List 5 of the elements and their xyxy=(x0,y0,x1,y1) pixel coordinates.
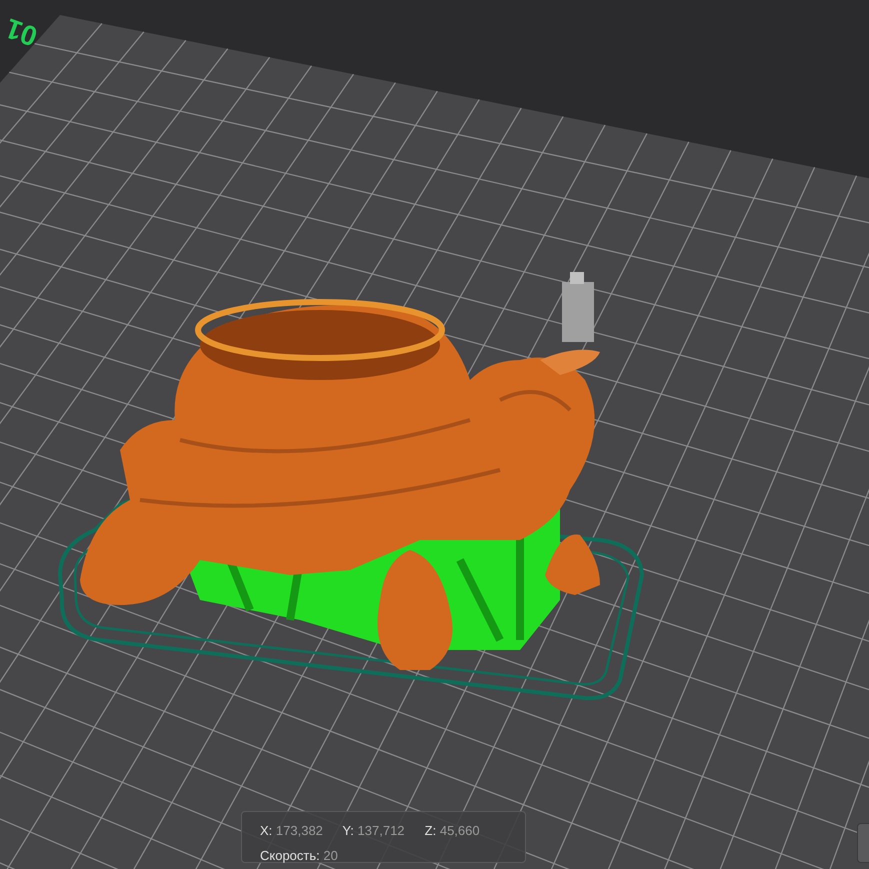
coordinate-reading: X: 173,382 xyxy=(260,822,324,840)
coordinate-reading: Y: 137,712 xyxy=(342,822,406,840)
coordinate-reading: Z: 45,660 xyxy=(424,822,481,840)
speed-reading: Скорость: 20 xyxy=(260,846,339,865)
plate-number: 01 xyxy=(2,14,41,50)
